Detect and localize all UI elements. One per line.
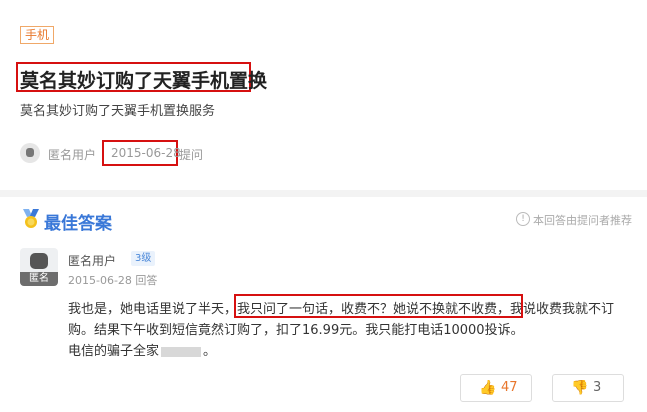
thumbs-down-icon: 👎 bbox=[571, 380, 589, 396]
answer-text-3a: 电信的骗子全家 bbox=[68, 344, 160, 359]
asker-name: 匿名用户 bbox=[48, 148, 97, 162]
thumbs-up-icon: 👍 bbox=[479, 380, 497, 396]
level-badge: 3级 bbox=[131, 251, 156, 266]
asked-suffix: 提问 bbox=[179, 148, 204, 162]
question-card: 手机 莫名其妙订购了天翼手机置换 莫名其妙订购了天翼手机置换服务 匿名用户 20… bbox=[0, 0, 647, 190]
like-button[interactable]: 👍 47 bbox=[460, 374, 532, 402]
best-answer-title: 最佳答案 bbox=[44, 214, 112, 234]
dislike-count: 3 bbox=[593, 380, 602, 395]
highlight-box-answer bbox=[234, 294, 523, 318]
avatar-face-icon bbox=[30, 253, 48, 269]
answer-text-3b: 。 bbox=[203, 344, 217, 359]
question-description: 莫名其妙订购了天翼手机置换服务 bbox=[20, 104, 216, 119]
answer-line-2: 购。结果下午收到短信竟然订购了，扣了16.99元。我只能打电话10000投诉。 bbox=[68, 323, 524, 338]
answer-line-3: 电信的骗子全家 。 bbox=[68, 340, 216, 359]
redacted-text bbox=[161, 346, 202, 357]
anonymous-badge: 匿名 bbox=[20, 272, 58, 286]
question-title: 莫名其妙订购了天翼手机置换 bbox=[20, 70, 268, 92]
asker-avatar bbox=[20, 143, 40, 163]
info-icon: ! bbox=[516, 212, 530, 226]
asked-date: 2015-06-28 bbox=[111, 146, 181, 160]
medal-icon bbox=[23, 209, 39, 228]
dislike-button[interactable]: 👎 3 bbox=[552, 374, 624, 402]
answerer-avatar[interactable]: 匿名 bbox=[20, 248, 58, 286]
answerer-name[interactable]: 匿名用户 bbox=[68, 252, 116, 269]
recommend-note: 本回答由提问者推荐 bbox=[533, 214, 632, 227]
category-tag[interactable]: 手机 bbox=[20, 26, 55, 44]
like-count: 47 bbox=[501, 380, 518, 395]
answer-date: 2015-06-28 回答 bbox=[68, 274, 158, 287]
answer-text-1a: 我也是，她电话里说了半天， bbox=[68, 302, 238, 317]
